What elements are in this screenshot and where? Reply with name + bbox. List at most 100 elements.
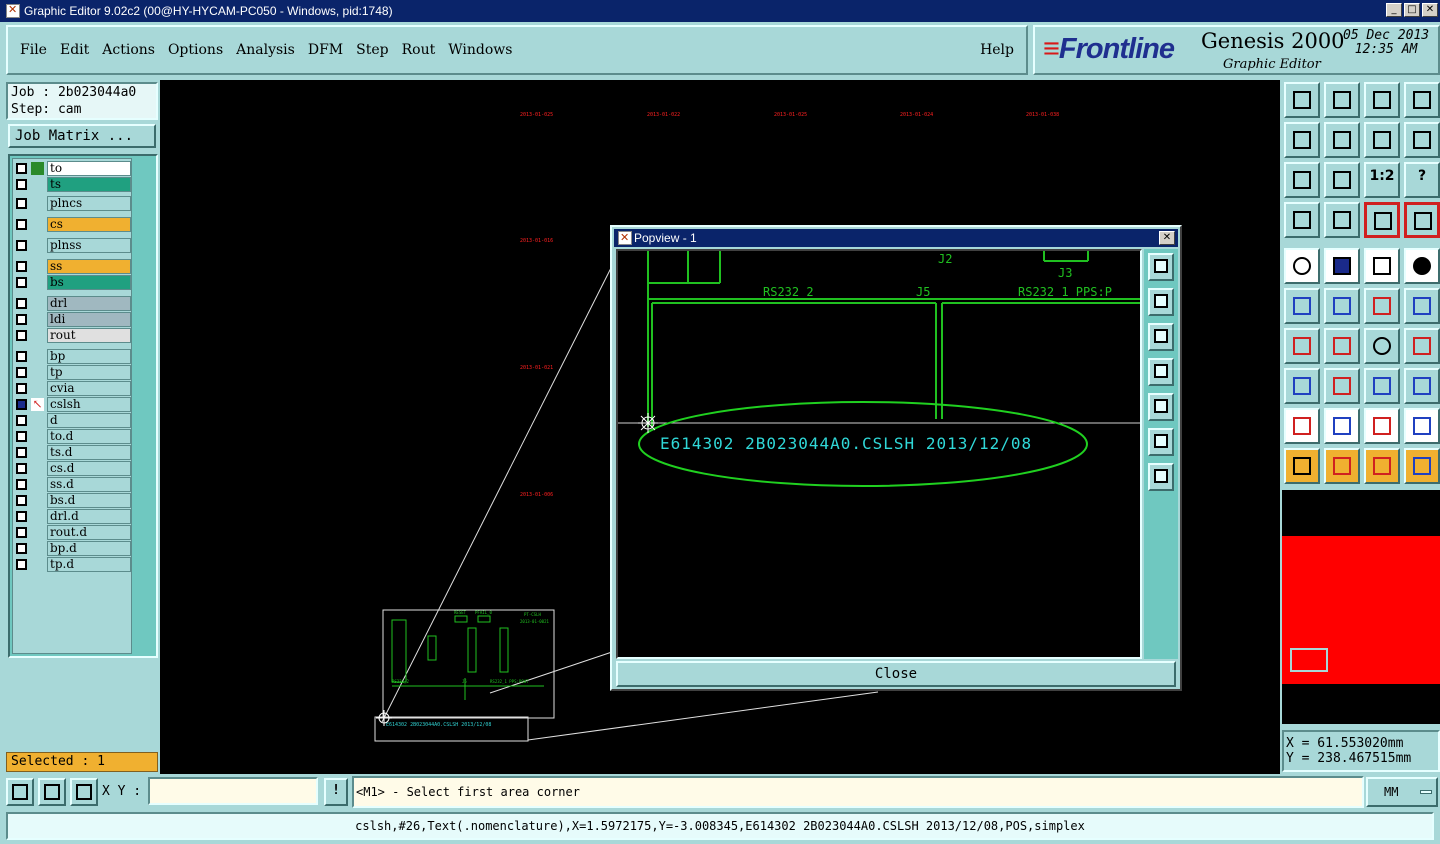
pan-left-icon[interactable] (1284, 122, 1320, 158)
layer-row-tp-d[interactable]: tp.d (13, 557, 131, 572)
layer-row-ts[interactable]: ts (13, 177, 131, 192)
menu-windows[interactable]: Windows (448, 42, 512, 58)
layer-scrollbar[interactable] (134, 158, 154, 654)
layer-checkbox[interactable] (16, 277, 27, 288)
layer-row-to-d[interactable]: to.d (13, 429, 131, 444)
layer-row-bp-d[interactable]: bp.d (13, 541, 131, 556)
layer-name[interactable]: cslsh (47, 397, 131, 412)
layer-checkbox[interactable] (16, 463, 27, 474)
layer-checkbox[interactable] (16, 351, 27, 362)
layer-row-cvia[interactable]: cvia (13, 381, 131, 396)
layer-row-cslsh[interactable]: ↖ cslsh (13, 397, 131, 412)
home-view-icon[interactable] (1364, 82, 1400, 118)
layer-name[interactable]: bp.d (47, 541, 131, 556)
layer-name[interactable]: cvia (47, 381, 131, 396)
arc-icon[interactable] (1364, 328, 1400, 364)
slant-line-icon[interactable] (1324, 328, 1360, 364)
layer-checkbox[interactable] (16, 511, 27, 522)
layer-name[interactable]: tp.d (47, 557, 131, 572)
layer-row-drl[interactable]: drl (13, 296, 131, 311)
menu-dfm[interactable]: DFM (308, 42, 343, 58)
cross-icon[interactable] (1324, 288, 1360, 324)
menu-actions[interactable]: Actions (102, 42, 155, 58)
layer-row-cs-d[interactable]: cs.d (13, 461, 131, 476)
layer-name[interactable]: bp (47, 349, 131, 364)
zoom-center-icon[interactable] (1324, 162, 1360, 198)
zoom-ratio-icon[interactable]: 1:2 (1364, 162, 1400, 198)
layer-row-bs[interactable]: bs (13, 275, 131, 290)
popview-fit-icon[interactable] (1148, 428, 1174, 456)
menu-options[interactable]: Options (168, 42, 223, 58)
job-matrix-button[interactable]: Job Matrix ... (8, 124, 156, 148)
layer-checkbox[interactable] (16, 219, 27, 230)
layer-name[interactable]: bs.d (47, 493, 131, 508)
layer-name[interactable]: d (47, 413, 131, 428)
units-select[interactable]: MM (1366, 777, 1438, 807)
select-pointer-icon[interactable] (1284, 448, 1320, 484)
layer-row-drl-d[interactable]: drl.d (13, 509, 131, 524)
pad-icon[interactable] (1404, 248, 1440, 284)
overview-viewport[interactable] (1290, 648, 1328, 672)
layer-checkbox[interactable] (16, 330, 27, 341)
popview-zoom-in-icon[interactable] (1148, 253, 1174, 281)
select-route-icon[interactable] (1404, 448, 1440, 484)
layer-checkbox[interactable] (16, 261, 27, 272)
menu-rout[interactable]: Rout (402, 42, 436, 58)
overview-map[interactable] (1282, 490, 1440, 724)
layer-row-ss-d[interactable]: ss.d (13, 477, 131, 492)
popview-pan-right-icon[interactable] (1148, 393, 1174, 421)
triangle-vertex-icon[interactable] (1364, 408, 1400, 444)
layer-checkbox[interactable] (16, 543, 27, 554)
angle-mode-icon[interactable] (38, 778, 66, 806)
xy-input[interactable] (148, 777, 318, 805)
select-box-icon[interactable] (1324, 448, 1360, 484)
menu-help[interactable]: Help (980, 42, 1014, 58)
layer-row-plncs[interactable]: plncs (13, 196, 131, 211)
line-pad-icon[interactable] (1404, 288, 1440, 324)
multi-pad-icon[interactable] (1404, 368, 1440, 404)
angle-icon[interactable] (1284, 328, 1320, 364)
layer-name[interactable]: cs.d (47, 461, 131, 476)
layer-name[interactable]: ts.d (47, 445, 131, 460)
grid-mode-icon[interactable] (70, 778, 98, 806)
layer-name[interactable]: plncs (47, 196, 131, 211)
measure-line-icon[interactable] (1324, 248, 1360, 284)
settings-icon[interactable] (1284, 202, 1320, 238)
layer-checkbox[interactable] (16, 415, 27, 426)
minimize-button[interactable]: _ (1386, 3, 1402, 17)
layer-name[interactable]: to.d (47, 429, 131, 444)
popview-pan-down-icon[interactable] (1148, 323, 1174, 351)
layer-checkbox[interactable] (16, 527, 27, 538)
layer-row-to[interactable]: to (13, 161, 131, 176)
layer-row-rout-d[interactable]: rout.d (13, 525, 131, 540)
window-view-icon[interactable] (1404, 82, 1440, 118)
layer-name[interactable]: rout (47, 328, 131, 343)
line-point-icon[interactable] (1364, 288, 1400, 324)
layer-name[interactable]: plnss (47, 238, 131, 253)
horizontal-line-icon[interactable] (1324, 368, 1360, 404)
layer-checkbox[interactable] (16, 298, 27, 309)
layer-name[interactable]: tp (47, 365, 131, 380)
layer-checkbox[interactable] (16, 314, 27, 325)
snap-mode-icon[interactable] (6, 778, 34, 806)
menu-step[interactable]: Step (356, 42, 388, 58)
triangle-base-icon[interactable] (1404, 408, 1440, 444)
layer-checkbox[interactable] (16, 399, 27, 410)
layer-name[interactable]: rout.d (47, 525, 131, 540)
connect-icon[interactable] (1284, 288, 1320, 324)
flip-icon[interactable] (1404, 328, 1440, 364)
menu-analysis[interactable]: Analysis (236, 42, 295, 58)
layer-checkbox[interactable] (16, 495, 27, 506)
unload-layer-icon[interactable] (1324, 82, 1360, 118)
menu-file[interactable]: File (20, 42, 47, 58)
close-button[interactable]: ✕ (1422, 3, 1438, 17)
snap-icon[interactable] (1364, 202, 1400, 238)
popview-canvas[interactable]: J2 J3 RS232_2 J5 RS232_1 PPS:P E614302 2… (616, 249, 1142, 659)
popview-pan-left-icon[interactable] (1148, 358, 1174, 386)
grid-icon[interactable] (1324, 202, 1360, 238)
popview-close-x-button[interactable]: ✕ (1159, 231, 1175, 245)
triangle-icon[interactable] (1284, 408, 1320, 444)
layer-checkbox[interactable] (16, 240, 27, 251)
layer-checkbox[interactable] (16, 367, 27, 378)
layer-row-d[interactable]: d (13, 413, 131, 428)
